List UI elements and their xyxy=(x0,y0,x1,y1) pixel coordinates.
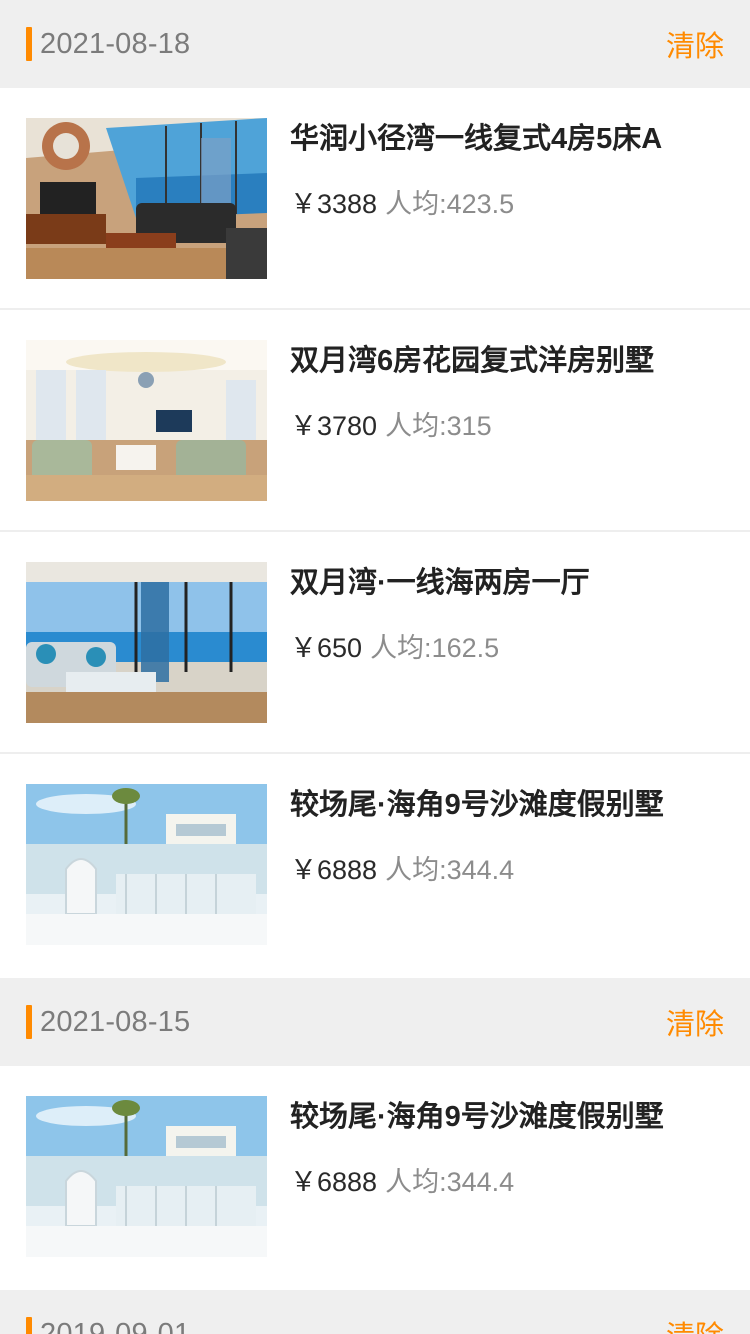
price-row: ￥6888 人均:344.4 xyxy=(290,1165,664,1199)
listing-item[interactable]: 双月湾·一线海两房一厅 ￥650 人均:162.5 xyxy=(0,532,750,754)
clear-button[interactable]: 清除 xyxy=(666,1313,724,1334)
listing-price: ￥6888 xyxy=(290,855,378,885)
date-label: 2019-09-01 xyxy=(40,1317,191,1334)
price-row: ￥3780 人均:315 xyxy=(290,409,654,443)
date-accent-bar xyxy=(26,27,32,61)
listing-item[interactable]: 华润小径湾一线复式4房5床A ￥3388 人均:423.5 xyxy=(0,88,750,310)
listing-title: 较场尾·海角9号沙滩度假别墅 xyxy=(290,1101,664,1133)
listing-info: 双月湾6房花园复式洋房别墅 ￥3780 人均:315 xyxy=(290,340,654,443)
date-accent-bar xyxy=(26,1005,32,1039)
listing-item[interactable]: 较场尾·海角9号沙滩度假别墅 ￥6888 人均:344.4 xyxy=(0,754,750,978)
date-group-header: 2021-08-18 清除 xyxy=(0,0,750,88)
listing-price: ￥3780 xyxy=(290,411,378,441)
price-row: ￥3388 人均:423.5 xyxy=(290,187,662,221)
listing-avg-price: 人均:162.5 xyxy=(370,633,500,663)
listing-info: 双月湾·一线海两房一厅 ￥650 人均:162.5 xyxy=(290,562,590,665)
clear-button[interactable]: 清除 xyxy=(666,1001,724,1043)
date-label: 2021-08-15 xyxy=(40,1005,191,1038)
date-label-wrap: 2021-08-18 xyxy=(26,27,190,61)
listing-thumbnail xyxy=(26,784,267,945)
listing-title: 华润小径湾一线复式4房5床A xyxy=(290,123,663,155)
listing-avg-price: 人均:344.4 xyxy=(385,1167,515,1197)
price-row: ￥650 人均:162.5 xyxy=(290,631,590,665)
listing-avg-price: 人均:315 xyxy=(385,411,492,441)
date-label: 2021-08-18 xyxy=(40,27,191,60)
living-room-sea-view-photo xyxy=(26,118,267,279)
history-list: 2021-08-18 清除 华润小径湾一线复式4房5床A ￥3388 人均:42… xyxy=(0,0,750,1334)
date-group-header: 2021-08-15 清除 xyxy=(0,978,750,1066)
clear-button[interactable]: 清除 xyxy=(666,23,724,65)
listing-title: 双月湾6房花园复式洋房别墅 xyxy=(290,345,655,377)
listing-price: ￥6888 xyxy=(290,1167,378,1197)
listing-item[interactable]: 双月湾6房花园复式洋房别墅 ￥3780 人均:315 xyxy=(0,310,750,532)
listing-avg-price: 人均:344.4 xyxy=(385,855,515,885)
listing-title: 双月湾·一线海两房一厅 xyxy=(290,567,590,599)
listing-thumbnail xyxy=(26,340,267,501)
beach-villa-exterior-photo xyxy=(26,1096,267,1257)
date-accent-bar xyxy=(26,1317,32,1334)
listing-thumbnail xyxy=(26,1096,267,1257)
date-group-header: 2019-09-01 清除 xyxy=(0,1290,750,1334)
listing-info: 华润小径湾一线复式4房5床A ￥3388 人均:423.5 xyxy=(290,118,662,221)
listing-title: 较场尾·海角9号沙滩度假别墅 xyxy=(290,789,664,821)
listing-thumbnail xyxy=(26,562,267,723)
listing-price: ￥3388 xyxy=(290,189,378,219)
listing-thumbnail xyxy=(26,118,267,279)
beach-villa-exterior-photo xyxy=(26,784,267,945)
date-label-wrap: 2021-08-15 xyxy=(26,1005,190,1039)
villa-living-room-photo xyxy=(26,340,267,501)
listing-avg-price: 人均:423.5 xyxy=(385,189,515,219)
listing-item[interactable]: 较场尾·海角9号沙滩度假别墅 ￥6888 人均:344.4 xyxy=(0,1066,750,1290)
price-row: ￥6888 人均:344.4 xyxy=(290,853,664,887)
listing-info: 较场尾·海角9号沙滩度假别墅 ￥6888 人均:344.4 xyxy=(290,784,664,887)
date-label-wrap: 2019-09-01 xyxy=(26,1317,190,1334)
balcony-sea-view-photo xyxy=(26,562,267,723)
listing-info: 较场尾·海角9号沙滩度假别墅 ￥6888 人均:344.4 xyxy=(290,1096,664,1199)
listing-price: ￥650 xyxy=(290,633,363,663)
